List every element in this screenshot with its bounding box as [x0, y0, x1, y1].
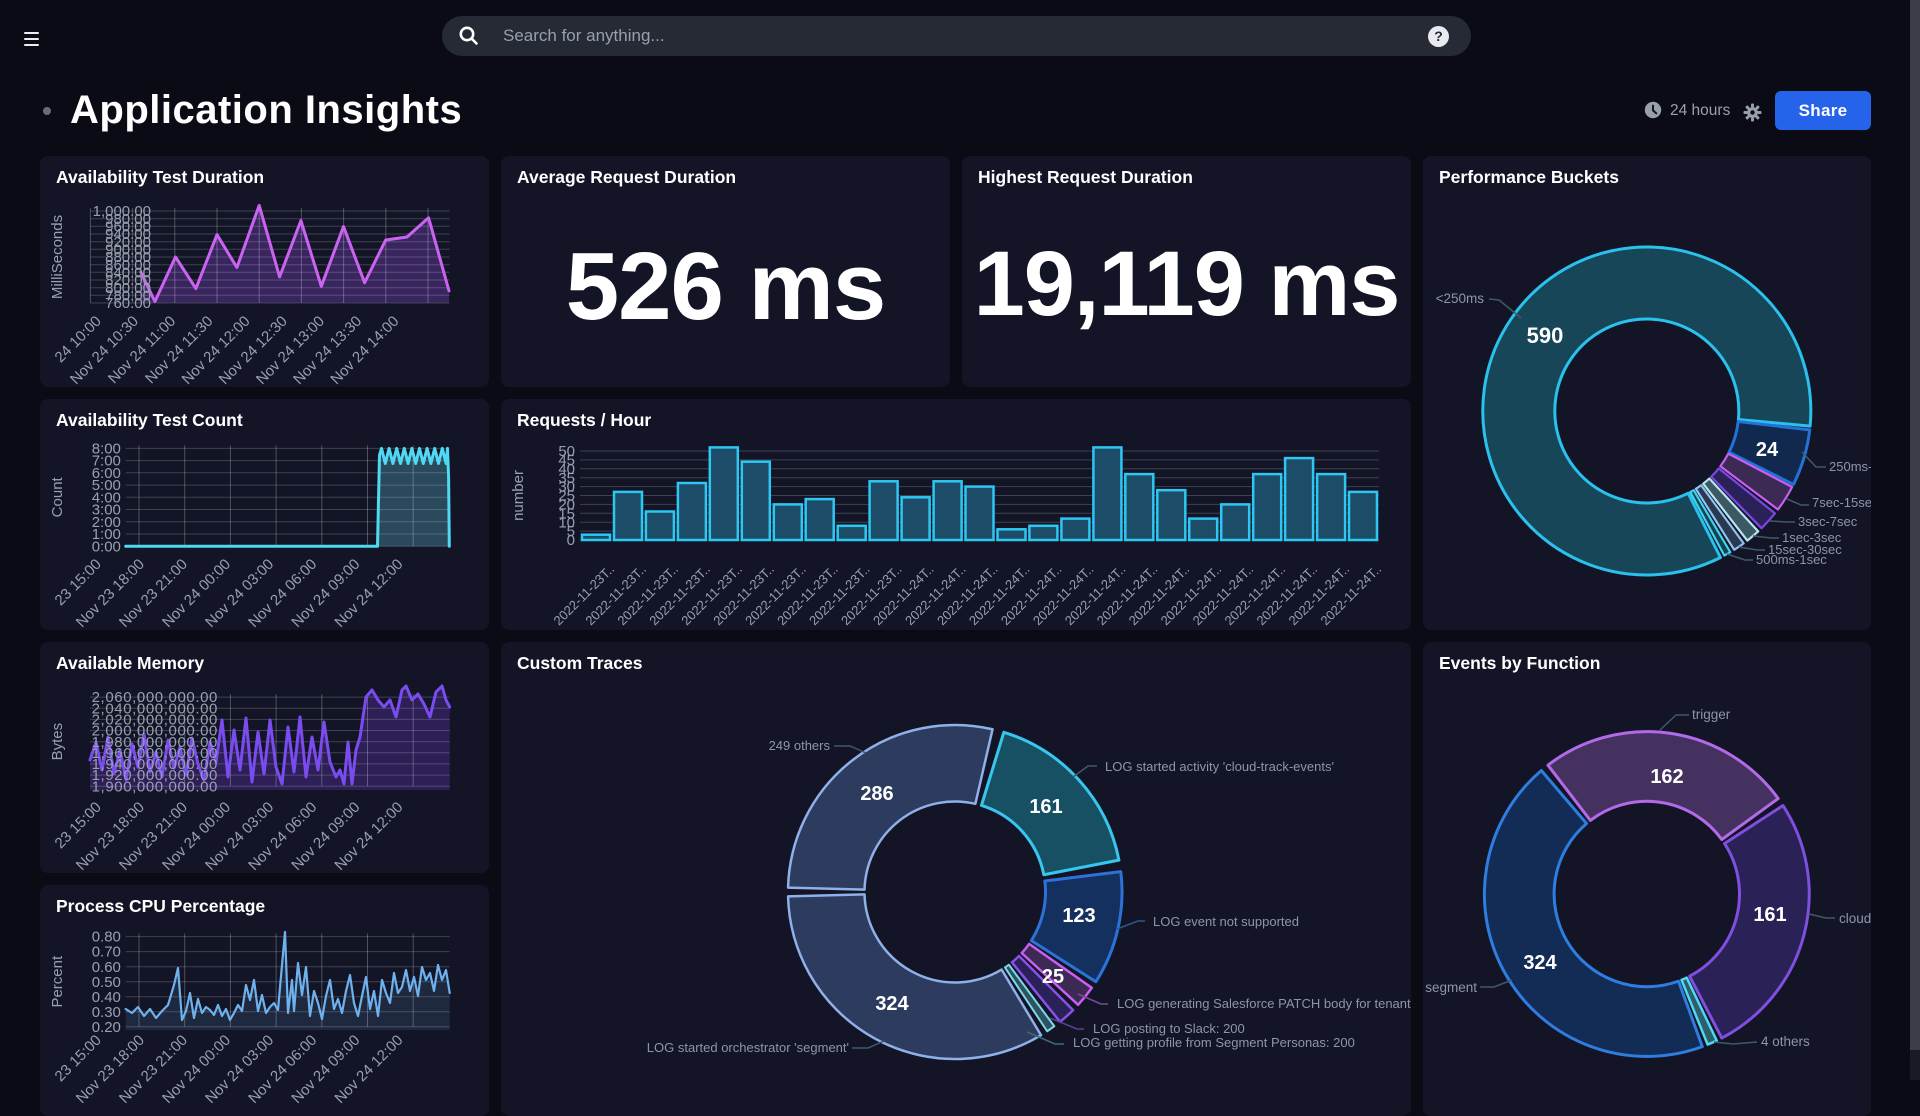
svg-text:trigger: trigger — [1692, 707, 1731, 722]
svg-text:24: 24 — [1756, 439, 1779, 461]
svg-text:1,900,000,000.00: 1,900,000,000.00 — [92, 778, 218, 795]
svg-text:123: 123 — [1062, 905, 1095, 927]
svg-text:162: 162 — [1650, 766, 1683, 788]
svg-text:7sec-15sec: 7sec-15sec — [1812, 495, 1871, 510]
svg-text:Bytes: Bytes — [49, 723, 66, 761]
svg-text:500ms-1sec: 500ms-1sec — [1756, 552, 1827, 567]
svg-text:324: 324 — [1523, 952, 1557, 974]
svg-text:LOG posting to Slack: 200: LOG posting to Slack: 200 — [1093, 1021, 1245, 1036]
svg-text:161: 161 — [1029, 796, 1062, 818]
svg-text:Percent: Percent — [49, 955, 66, 1008]
svg-text:4 others: 4 others — [1761, 1034, 1810, 1049]
svg-text:LOG getting profile from Segme: LOG getting profile from Segment Persona… — [1073, 1035, 1355, 1050]
svg-text:MilliSeconds: MilliSeconds — [49, 215, 66, 299]
svg-text:25: 25 — [1042, 966, 1064, 988]
svg-text:LOG event not supported: LOG event not supported — [1153, 914, 1299, 929]
svg-text:3sec-7sec: 3sec-7sec — [1798, 514, 1858, 529]
svg-text:number: number — [510, 470, 527, 521]
svg-text:161: 161 — [1753, 904, 1786, 926]
svg-text:Count: Count — [49, 476, 66, 517]
svg-text:250ms-500ms: 250ms-500ms — [1829, 459, 1871, 474]
svg-text:0.20: 0.20 — [92, 1019, 121, 1036]
svg-text:590: 590 — [1527, 323, 1564, 348]
svg-text:segment: segment — [1425, 980, 1477, 995]
svg-text:LOG started activity 'cloud-tr: LOG started activity 'cloud-track-events… — [1105, 759, 1334, 774]
svg-text:249 others: 249 others — [769, 738, 831, 753]
svg-text:LOG started orchestrator 'segm: LOG started orchestrator 'segment' — [647, 1040, 849, 1055]
svg-text:324: 324 — [875, 993, 909, 1015]
svg-text:cloud-track-events: cloud-track-events — [1839, 911, 1871, 926]
svg-text:0:00: 0:00 — [92, 538, 121, 555]
svg-text:286: 286 — [860, 783, 893, 805]
svg-text:<250ms: <250ms — [1436, 291, 1485, 306]
svg-text:LOG generating Salesforce PATC: LOG generating Salesforce PATCH body for… — [1117, 996, 1411, 1011]
svg-text:0: 0 — [567, 532, 575, 549]
svg-text:760.00: 760.00 — [105, 295, 151, 312]
